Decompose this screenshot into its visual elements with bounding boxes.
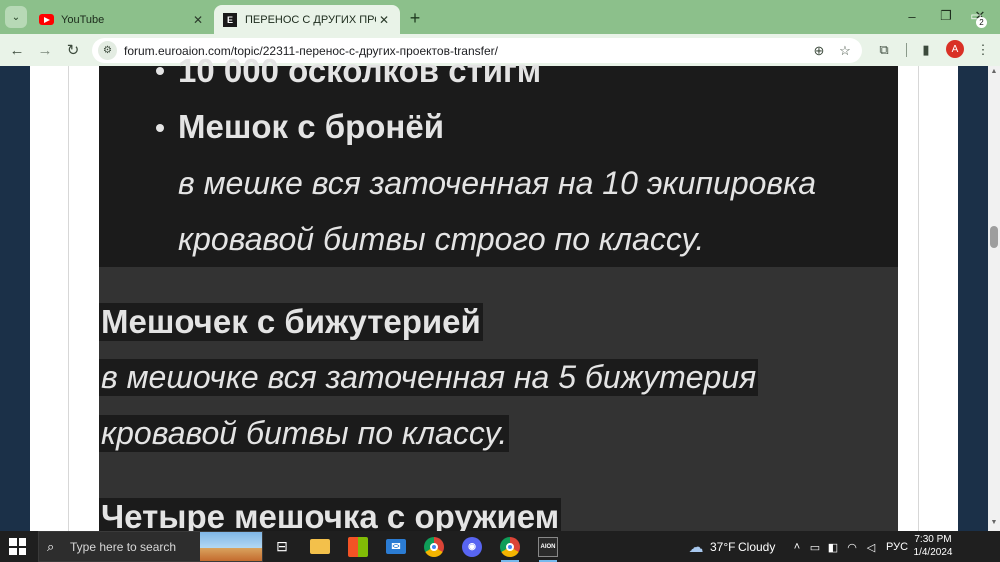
arrow-right-icon: → xyxy=(37,41,53,59)
chrome-profile-icon xyxy=(500,536,520,557)
task-view-button[interactable]: ⊟ xyxy=(265,531,299,562)
tab-close-icon[interactable]: ✕ xyxy=(376,12,392,28)
aion-icon: AION xyxy=(538,536,558,557)
mail-button[interactable]: ✉ xyxy=(379,531,413,562)
search-icon: ⌕ xyxy=(47,538,55,554)
new-tab-button[interactable]: + xyxy=(404,7,426,29)
toolbar-divider xyxy=(906,43,907,57)
tab-title: ПЕРЕНОС С ДРУГИХ ПРОЕКТОВ xyxy=(245,13,376,26)
clock-date: 1/4/2024 xyxy=(913,547,953,558)
kebab-menu-icon: ⋮ xyxy=(976,42,990,57)
list-item-title: 10 000 осколков стигм xyxy=(178,52,542,89)
tab-title: YouTube xyxy=(61,13,105,26)
side-panel-button[interactable]: ▮ xyxy=(915,39,937,61)
aion-button[interactable]: AION xyxy=(531,531,565,562)
weather-temp[interactable]: 37°F xyxy=(710,531,735,562)
tab-strip: ⌄ YouTube ✕ E ПЕРЕНОС С ДРУГИХ ПРОЕКТОВ … xyxy=(0,0,1000,34)
search-highlight-image xyxy=(200,532,262,561)
battery-icon[interactable]: ▭ xyxy=(807,539,823,555)
zoom-button[interactable]: ⊕ xyxy=(810,42,828,60)
task-view-icon: ⊟ xyxy=(276,538,288,554)
notification-badge: 2 xyxy=(976,17,987,28)
microsoft-store-button[interactable] xyxy=(341,531,375,562)
chrome-icon xyxy=(424,536,444,557)
scroll-down-icon[interactable]: ▼ xyxy=(988,519,1000,529)
cloud-icon[interactable]: ☁ xyxy=(686,539,706,556)
star-icon: ☆ xyxy=(839,43,851,58)
chevron-up-icon[interactable]: ˄ xyxy=(789,539,805,555)
taskbar: ⌕ Type here to search ⊟ ✉ ◉ AION ☁ 37°F … xyxy=(0,531,1000,562)
discord-icon: ◉ xyxy=(462,536,482,557)
tab-euroaion[interactable]: E ПЕРЕНОС С ДРУГИХ ПРОЕКТОВ ✕ xyxy=(214,5,400,34)
arrow-left-icon: ← xyxy=(9,41,25,59)
list-item-desc: кровавой битвы строго по классу. xyxy=(178,221,705,257)
restore-button[interactable]: ❐ xyxy=(929,0,963,32)
windows-start-icon[interactable] xyxy=(9,538,26,555)
tab-youtube[interactable]: YouTube ✕ xyxy=(30,5,214,34)
camera-icon[interactable]: ◧ xyxy=(825,539,841,555)
scroll-up-icon[interactable]: ▲ xyxy=(988,68,1000,78)
section-desc: в мешочке вся заточенная на 5 бижутерия xyxy=(99,359,759,396)
side-panel-icon: ▮ xyxy=(922,42,930,57)
youtube-icon xyxy=(38,12,54,28)
page-scrollbar[interactable]: ▲ ▼ xyxy=(988,66,1000,531)
tune-icon: ⚙ xyxy=(103,45,112,56)
weather-condition[interactable]: Cloudy xyxy=(738,531,775,562)
file-explorer-button[interactable] xyxy=(303,531,337,562)
content-border-right xyxy=(918,66,919,531)
list-item-desc: в мешке вся заточенная на 10 экипировка xyxy=(178,165,817,201)
scroll-thumb[interactable] xyxy=(990,226,998,248)
reload-button[interactable]: ↻ xyxy=(61,38,85,62)
euroaion-icon: E xyxy=(222,12,238,28)
menu-button[interactable]: ⋮ xyxy=(972,39,994,61)
site-info-button[interactable]: ⚙ xyxy=(98,41,117,60)
tab-search-button[interactable]: ⌄ xyxy=(5,6,27,28)
section-desc: кровавой битвы по классу. xyxy=(99,415,510,452)
reload-icon: ↻ xyxy=(66,42,80,59)
chevron-down-icon: ⌄ xyxy=(11,11,21,23)
wifi-icon[interactable]: ◠ xyxy=(844,539,860,555)
discord-button[interactable]: ◉ xyxy=(455,531,489,562)
forward-button[interactable]: → xyxy=(33,38,57,62)
clock[interactable]: 7:30 PM 1/4/2024 xyxy=(905,533,961,559)
zoom-icon: ⊕ xyxy=(813,43,825,58)
minimize-button[interactable]: – xyxy=(895,0,929,32)
volume-icon[interactable]: ◁ xyxy=(863,539,879,555)
section-title: Мешочек с бижутерией xyxy=(99,303,483,341)
list-bullet xyxy=(156,67,164,75)
clock-time: 7:30 PM xyxy=(914,534,952,545)
content-border-left xyxy=(68,66,69,531)
extensions-button[interactable]: ⧉ xyxy=(873,39,895,61)
bookmark-button[interactable]: ☆ xyxy=(836,42,854,60)
back-button[interactable]: ← xyxy=(5,38,29,62)
list-item-title: Мешок с бронёй xyxy=(178,108,444,145)
chrome-button[interactable] xyxy=(417,531,451,562)
tab-close-icon[interactable]: ✕ xyxy=(190,12,206,28)
file-explorer-icon xyxy=(310,539,330,554)
chrome-profile-button[interactable] xyxy=(493,531,527,562)
taskbar-search[interactable]: ⌕ Type here to search xyxy=(38,531,263,562)
puzzle-icon: ⧉ xyxy=(879,42,889,57)
list-bullet xyxy=(156,124,164,132)
microsoft-store-icon xyxy=(348,536,368,557)
mail-icon: ✉ xyxy=(386,539,406,554)
profile-avatar[interactable]: A xyxy=(946,40,964,58)
search-placeholder: Type here to search xyxy=(70,539,177,554)
